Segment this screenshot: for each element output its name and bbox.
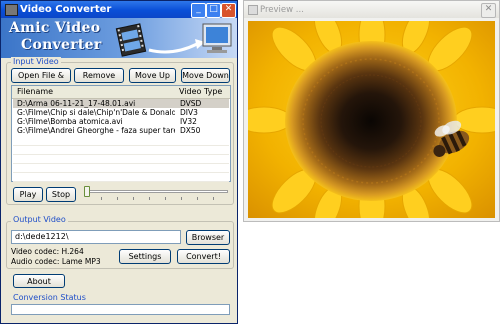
move-up-button[interactable]: Move Up <box>129 68 176 83</box>
row-filename: D:\Arma 06-11-21_17-48.01.avi <box>17 99 136 108</box>
video-converter-window: Video Converter _ □ ✕ Amic Video Convert… <box>0 0 238 324</box>
row-video-type: DIV3 <box>180 108 198 117</box>
slider-tick <box>149 197 150 200</box>
audio-codec-text: Audio codec: Lame MP3 <box>11 257 101 266</box>
play-button[interactable]: Play <box>13 187 43 202</box>
input-video-label: Input Video <box>11 57 61 66</box>
preview-title: Preview ... <box>260 5 304 15</box>
column-header-video-type[interactable]: Video Type <box>179 87 222 96</box>
output-path-input[interactable]: d:\dede1212\ <box>11 230 181 244</box>
window-title: Video Converter <box>20 4 112 15</box>
convert-button[interactable]: Convert! <box>177 249 230 264</box>
open-file-add-button[interactable]: Open File & Add <box>11 68 71 93</box>
conversion-progress-bar <box>11 304 230 315</box>
slider-tick <box>101 197 102 200</box>
slider-tick <box>197 197 198 200</box>
close-icon[interactable]: ✕ <box>481 3 496 18</box>
row-video-type: IV32 <box>180 117 197 126</box>
remove-button[interactable]: Remove <box>74 68 124 83</box>
preview-window-icon <box>248 5 258 15</box>
minimize-icon[interactable]: _ <box>191 3 206 18</box>
move-down-button[interactable]: Move Down <box>181 68 230 83</box>
slider-tick <box>133 197 134 200</box>
stop-button[interactable]: Stop <box>46 187 76 202</box>
about-button[interactable]: About <box>13 274 65 288</box>
app-banner: Amic Video Converter <box>1 18 237 58</box>
settings-button[interactable]: Settings <box>119 249 171 264</box>
conversion-status-label: Conversion Status <box>11 293 88 302</box>
list-header: Filename Video Type <box>12 86 230 99</box>
table-row[interactable]: D:\Arma 06-11-21_17-48.01.avi DVSD <box>13 99 229 108</box>
output-video-label: Output Video <box>11 215 68 224</box>
banner-title-line2: Converter <box>21 37 102 53</box>
row-filename: G:\Filme\Andrei Gheorghe - faza super ta… <box>17 126 175 135</box>
row-video-type: DVSD <box>180 99 202 108</box>
browse-button[interactable]: Browser <box>186 230 230 245</box>
table-row[interactable]: G:\Filme\Andrei Gheorghe - faza super ta… <box>13 126 229 135</box>
film-to-monitor-icon <box>115 23 232 57</box>
table-row[interactable]: G:\Filme\Chip si dale\Chip'n'Dale & Dona… <box>13 108 229 117</box>
banner-title-line1: Amic Video <box>9 20 101 36</box>
row-video-type: DX50 <box>180 126 201 135</box>
slider-tick <box>165 197 166 200</box>
maximize-icon[interactable]: □ <box>206 3 221 18</box>
preview-title-bar[interactable]: Preview ... ✕ <box>244 1 499 18</box>
title-bar[interactable]: Video Converter _ □ ✕ <box>1 1 237 18</box>
row-filename: G:\Filme\Chip si dale\Chip'n'Dale & Dona… <box>17 108 175 117</box>
slider-tick <box>117 197 118 200</box>
video-codec-text: Video codec: H.264 <box>11 247 84 256</box>
seek-slider-track[interactable] <box>85 190 228 193</box>
slider-tick <box>181 197 182 200</box>
row-filename: G:\Filme\Bomba atomica.avi <box>17 117 123 126</box>
seek-slider-thumb[interactable] <box>84 186 90 197</box>
app-icon <box>5 4 18 16</box>
file-list[interactable]: Filename Video Type D:\Arma 06-11-21_17-… <box>11 85 231 182</box>
preview-window: Preview ... ✕ <box>243 0 500 222</box>
close-icon[interactable]: ✕ <box>221 3 236 18</box>
preview-image-sunflower-bee <box>248 21 495 218</box>
column-header-filename[interactable]: Filename <box>17 87 53 96</box>
table-row[interactable]: G:\Filme\Bomba atomica.avi IV32 <box>13 117 229 126</box>
slider-tick <box>213 197 214 200</box>
